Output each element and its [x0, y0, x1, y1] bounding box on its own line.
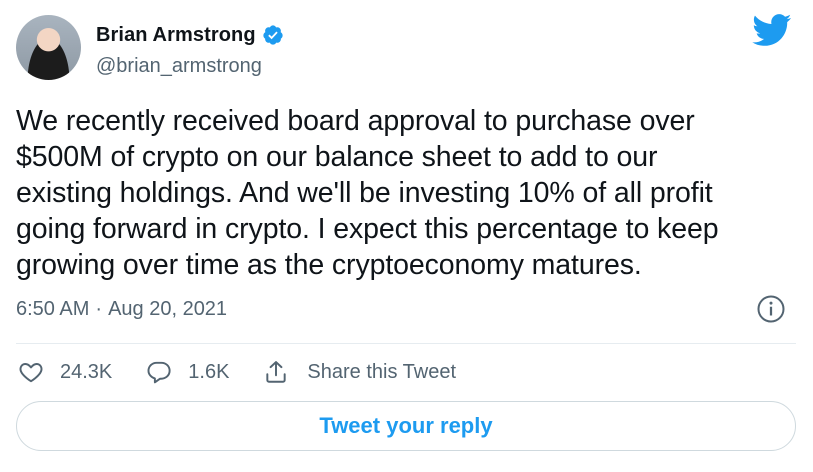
avatar[interactable] — [16, 15, 81, 80]
heart-icon — [19, 363, 43, 383]
share-icon — [266, 361, 287, 383]
reply-count: 1.6K — [188, 360, 230, 383]
share-label: Share this Tweet — [307, 360, 457, 383]
comment-icon — [147, 361, 171, 384]
divider — [16, 343, 796, 344]
share-button[interactable]: Share this Tweet — [263, 359, 456, 385]
tweet-text: We recently received board approval to p… — [16, 105, 719, 281]
tweet-reply-button[interactable]: Tweet your reply — [16, 401, 796, 451]
info-icon[interactable] — [756, 294, 786, 324]
like-button[interactable]: 24.3K — [18, 359, 112, 385]
tweet-timestamp: 6:50 AM · Aug 20, 2021 — [16, 298, 227, 321]
author-handle[interactable]: @brian_armstrong — [96, 55, 262, 78]
meta-separator: · — [95, 298, 103, 320]
tweet-actions: 24.3K 1.6K Share this Tweet — [18, 357, 490, 387]
author-name[interactable]: Brian Armstrong — [96, 24, 256, 47]
tweet-card: Brian Armstrong @brian_armstrong We rece… — [0, 0, 813, 472]
author-name-row: Brian Armstrong — [96, 22, 284, 48]
tweet-date[interactable]: Aug 20, 2021 — [108, 298, 227, 321]
verified-badge-icon — [263, 25, 283, 45]
twitter-bird-icon[interactable] — [752, 14, 792, 47]
reply-button[interactable]: 1.6K — [146, 359, 229, 385]
like-count: 24.3K — [60, 360, 113, 383]
tweet-time[interactable]: 6:50 AM — [16, 298, 89, 321]
